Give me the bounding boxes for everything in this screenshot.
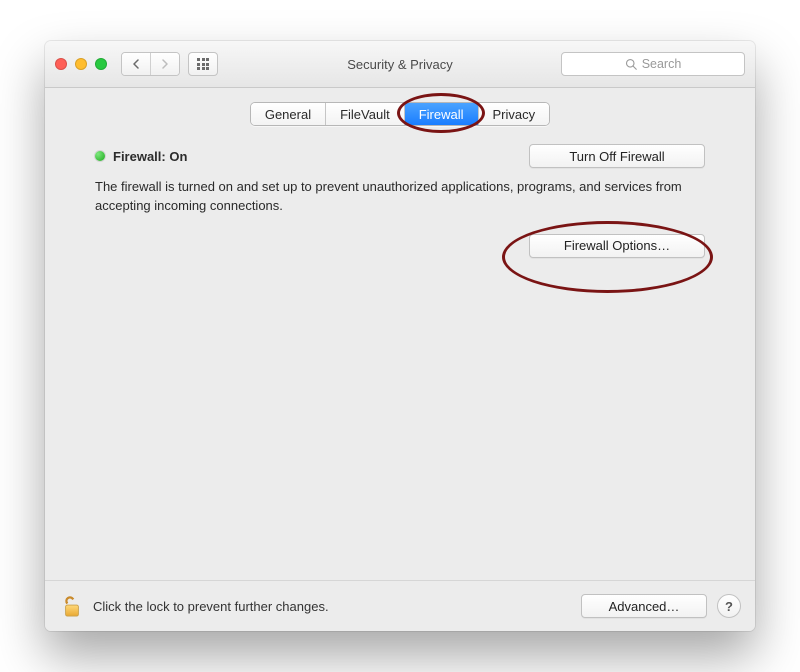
firewall-options-button[interactable]: Firewall Options… bbox=[529, 234, 705, 258]
search-icon bbox=[625, 58, 637, 70]
tab-label: Firewall bbox=[419, 107, 464, 122]
titlebar: Security & Privacy Search bbox=[45, 41, 755, 88]
tab-privacy[interactable]: Privacy bbox=[478, 103, 550, 125]
footer: Click the lock to prevent further change… bbox=[45, 580, 755, 631]
minimize-window-button[interactable] bbox=[75, 58, 87, 70]
help-button[interactable]: ? bbox=[717, 594, 741, 618]
forward-button[interactable] bbox=[150, 53, 179, 75]
tab-general[interactable]: General bbox=[251, 103, 325, 125]
turn-off-firewall-button[interactable]: Turn Off Firewall bbox=[529, 144, 705, 168]
tabbar: General FileVault Firewall Privacy bbox=[45, 88, 755, 126]
search-placeholder: Search bbox=[642, 57, 682, 71]
lock-icon[interactable] bbox=[61, 592, 83, 620]
tab-label: Privacy bbox=[493, 107, 536, 122]
chevron-right-icon bbox=[161, 59, 169, 69]
grid-icon bbox=[197, 58, 209, 70]
content-area: Firewall: On Turn Off Firewall The firew… bbox=[45, 126, 755, 580]
button-label: Firewall Options… bbox=[564, 238, 670, 253]
show-all-button[interactable] bbox=[188, 52, 218, 76]
status-indicator-icon bbox=[95, 151, 105, 161]
nav-buttons bbox=[121, 52, 180, 76]
tab-firewall[interactable]: Firewall bbox=[404, 103, 478, 125]
zoom-window-button[interactable] bbox=[95, 58, 107, 70]
window-controls bbox=[55, 58, 107, 70]
button-label: Advanced… bbox=[609, 599, 680, 614]
lock-text: Click the lock to prevent further change… bbox=[93, 599, 329, 614]
back-button[interactable] bbox=[122, 53, 150, 75]
preferences-window: Security & Privacy Search General FileVa… bbox=[45, 41, 755, 631]
chevron-left-icon bbox=[132, 59, 140, 69]
close-window-button[interactable] bbox=[55, 58, 67, 70]
firewall-description: The firewall is turned on and set up to … bbox=[95, 178, 705, 216]
tab-filevault[interactable]: FileVault bbox=[325, 103, 404, 125]
search-field[interactable]: Search bbox=[561, 52, 745, 76]
firewall-status-label: Firewall: On bbox=[113, 149, 187, 164]
tab-label: FileVault bbox=[340, 107, 390, 122]
tab-label: General bbox=[265, 107, 311, 122]
button-label: Turn Off Firewall bbox=[569, 149, 664, 164]
advanced-button[interactable]: Advanced… bbox=[581, 594, 707, 618]
